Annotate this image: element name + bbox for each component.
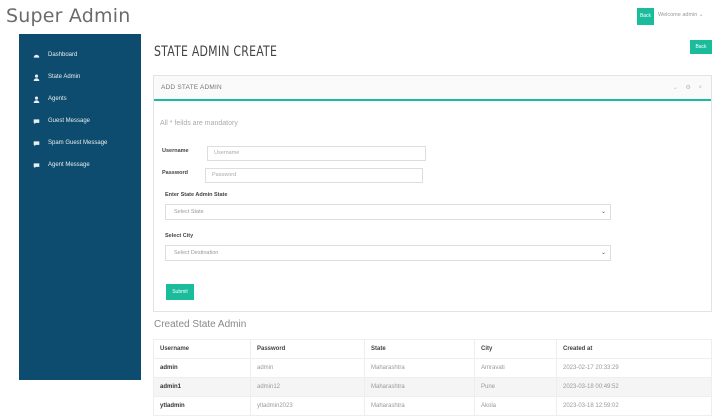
column-header: Password [250,339,365,359]
table-header-row: Username Password State City Created at [153,339,712,359]
state-select-value: Select State [174,209,204,215]
user-icon [33,74,40,81]
cell-password: admin [250,358,365,378]
cell-password: ytladmin2023 [250,396,365,416]
panel-title: ADD STATE ADMIN [161,84,222,91]
cell-city: Amravati [474,358,557,378]
chevron-down-icon: ⌄ [600,209,606,215]
column-header: Username [153,339,251,359]
top-bar: Super Admin Back Welcome admin ⌄ [0,0,718,34]
cell-password: admin12 [250,377,365,397]
brand-title: Super Admin [6,5,131,27]
sidebar-item-label: Guest Message [48,118,91,124]
users-icon [33,96,40,103]
table-row: admin1 admin12 Maharashtra Pune 2023-03-… [153,377,712,397]
column-header: Created at [556,339,712,359]
state-select[interactable]: Select State ⌄ [165,204,611,220]
cell-username: ytladmin [153,396,251,416]
password-label: Password [162,170,188,176]
cell-city: Akola [474,396,557,416]
panel-tools[interactable]: ⌄ ⚙ × [673,84,705,91]
column-header: City [474,339,557,359]
sidebar-item-spam-guest-message[interactable]: Spam Guest Message [33,137,107,149]
sidebar-item-agent-message[interactable]: Agent Message [33,159,90,171]
city-select[interactable]: Select Destination ⌄ [165,245,611,261]
sidebar-item-agents[interactable]: Agents [33,93,67,105]
page-title: STATE ADMIN CREATE [154,44,278,60]
state-label: Enter State Admin State [165,192,228,198]
sidebar-item-guest-message[interactable]: Guest Message [33,115,90,127]
cell-state: Maharashtra [364,377,475,397]
city-select-value: Select Destination [174,250,219,256]
cell-state: Maharashtra [364,396,475,416]
message-icon [33,140,40,147]
message-icon [33,162,40,169]
welcome-user-menu[interactable]: Welcome admin ⌄ [658,12,703,18]
sidebar-item-label: Agent Message [48,162,90,168]
sidebar-item-label: Dashboard [48,52,78,58]
gauge-icon [33,52,40,59]
username-label: Username [162,148,189,154]
cell-created-at: 2023-03-18 00:49:52 [556,377,712,397]
header-back-button[interactable]: Back [637,8,654,25]
mandatory-note: All * feilds are mandatory [160,120,238,127]
chevron-down-icon: ⌄ [600,250,606,256]
cell-username: admin1 [153,377,251,397]
sidebar-item-label: Agents [48,96,67,102]
created-section-title: Created State Admin [154,319,247,330]
table-row: ytladmin ytladmin2023 Maharashtra Akola … [153,396,712,416]
column-header: State [364,339,475,359]
cell-username: admin [153,358,251,378]
message-icon [33,118,40,125]
password-input[interactable]: Password [205,168,423,183]
cell-created-at: 2023-02-17 20:33:29 [556,358,712,378]
city-label: Select City [165,233,194,239]
sidebar-item-label: State Admin [48,74,81,80]
sidebar-item-dashboard[interactable]: Dashboard [33,49,77,61]
panel-header: ADD STATE ADMIN ⌄ ⚙ × [154,76,711,101]
sidebar-item-state-admin[interactable]: State Admin [33,71,80,83]
created-admin-table: Username Password State City Created at … [153,339,712,416]
table-row: admin admin Maharashtra Amravati 2023-02… [153,358,712,378]
sidebar: Dashboard State Admin Agents Guest Messa… [19,34,141,380]
username-input[interactable]: Username [207,146,426,161]
add-state-admin-panel: ADD STATE ADMIN ⌄ ⚙ × All * feilds are m… [153,75,712,312]
sidebar-item-label: Spam Guest Message [48,140,108,146]
back-button[interactable]: Back [690,40,712,54]
cell-created-at: 2023-03-18 12:59:02 [556,396,712,416]
cell-state: Maharashtra [364,358,475,378]
cell-city: Pune [474,377,557,397]
submit-button[interactable]: Submit [166,284,194,300]
